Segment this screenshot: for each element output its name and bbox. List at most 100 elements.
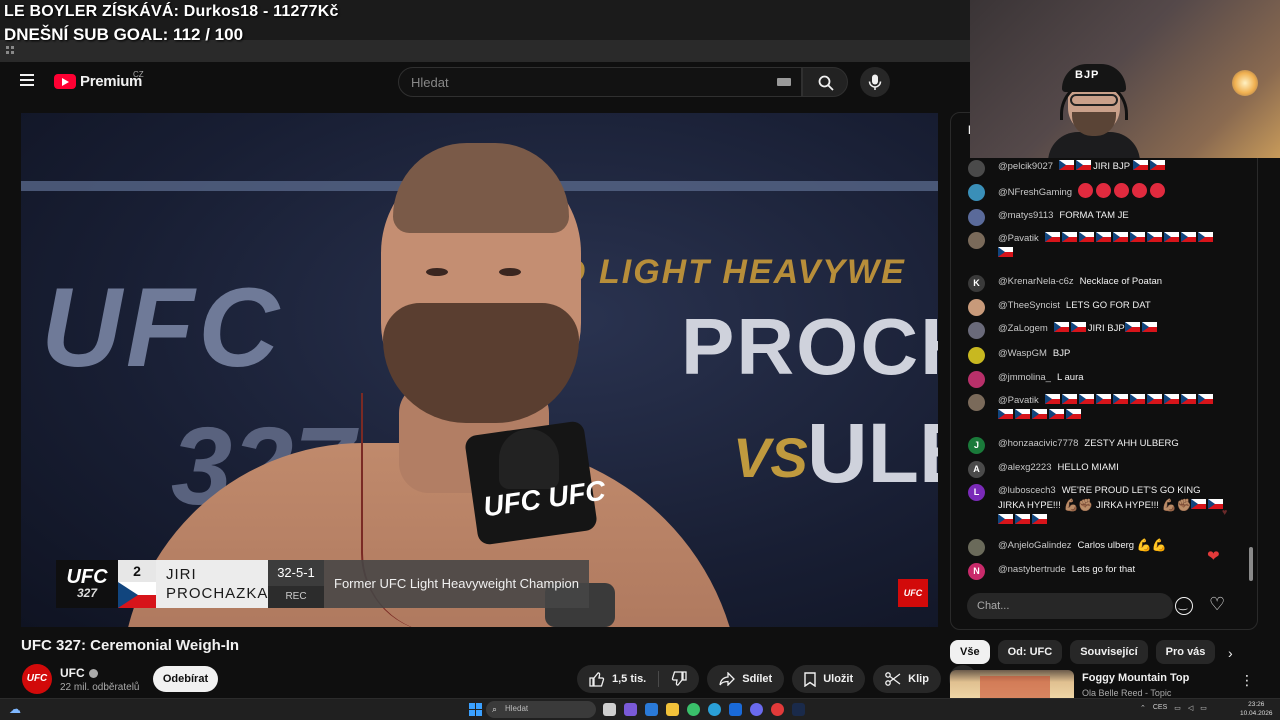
heart-reaction-icon[interactable]: ♡ [1209, 594, 1225, 615]
chat-text: JIRI BJP [1087, 323, 1125, 334]
recommendation-chips: Vše Od: UFC Související Pro vás No [950, 640, 1216, 664]
chat-message-body: @matys9113 FORMA TAM JE [998, 208, 1129, 226]
taskbar-clock[interactable]: 23:26 10.04.2026 [1240, 700, 1273, 718]
widgets-icon[interactable] [624, 703, 637, 716]
lamp-light [1232, 70, 1258, 96]
taskbar-search[interactable]: ⌕ Hledat [486, 701, 596, 718]
chip-for-you[interactable]: Pro vás [1155, 640, 1216, 664]
emoji-icon[interactable] [1175, 597, 1193, 615]
mechanical-arm-emoji-icon: 💪 [1136, 538, 1152, 552]
chat-avatar [968, 371, 985, 388]
channel-avatar[interactable]: UFC [22, 664, 52, 694]
chat-input[interactable]: Chat... [967, 593, 1173, 619]
weather-icon[interactable]: ☁ [9, 702, 21, 716]
chat-avatar: J [968, 437, 985, 454]
floating-heart-icon: ❤ [1207, 548, 1220, 565]
bookmark-icon [804, 671, 816, 687]
more-vertical-icon[interactable]: ⋮ [1240, 672, 1254, 689]
app-icon[interactable] [729, 703, 742, 716]
czech-flag-emoji-icon [998, 247, 1013, 257]
taskbar-apps [603, 703, 805, 716]
chat-text: Carlos ulberg [1077, 540, 1135, 551]
record-label: REC [268, 586, 324, 608]
search-input[interactable]: Hledat [398, 67, 802, 97]
subscribe-button[interactable]: Odebírat [153, 666, 218, 692]
floating-heart-icon: ♥ [1222, 507, 1228, 517]
volume-icon[interactable]: ◁ [1188, 704, 1193, 712]
czech-flag-emoji-icon [1044, 232, 1060, 242]
mail-icon[interactable] [645, 703, 658, 716]
chrome-icon[interactable] [687, 703, 700, 716]
hamburger-menu-icon[interactable] [20, 74, 34, 86]
czech-flag-emoji-icon [1053, 322, 1069, 332]
youtube-play-icon [54, 74, 76, 89]
czech-flag-emoji-icon [1163, 232, 1179, 242]
video-player[interactable]: UFC 327 D LIGHT HEAVYWE PROCH VS ULBE UF… [21, 113, 938, 627]
keyboard-icon[interactable] [777, 78, 791, 86]
chat-avatar [968, 539, 985, 556]
obs-icon[interactable] [771, 703, 784, 716]
czech-flag-emoji-icon [1197, 232, 1213, 242]
channel-name[interactable]: UFC [60, 666, 98, 680]
share-label: Sdílet [742, 673, 773, 685]
czech-flag-emoji-icon [998, 514, 1013, 524]
recommended-title[interactable]: Foggy Mountain Top [1082, 672, 1189, 684]
chevron-right-icon[interactable]: › [1228, 645, 1233, 661]
windows-taskbar: ☁ ⌕ Hledat ⌃ CES ▭ ◁ ▭ 23:26 10.04.2026 [0, 698, 1280, 720]
flexed-arm-emoji-icon: 💪 [1151, 538, 1167, 552]
chat-message-body: @alexg2223 HELLO MIAMI [998, 460, 1119, 478]
chat-username: @TheeSyncist [998, 300, 1060, 311]
language-indicator[interactable]: CES [1153, 704, 1167, 712]
youtube-header: Premium CZ Hledat [0, 62, 950, 102]
voice-search-button[interactable] [860, 67, 890, 97]
chat-scrollbar[interactable] [1249, 547, 1253, 581]
sub-goal-text: DNEŠNÍ SUB GOAL: 112 / 100 [4, 25, 244, 44]
cap-logo-text: BJP [1075, 69, 1100, 81]
file-explorer-icon[interactable] [666, 703, 679, 716]
chat-avatar [968, 160, 985, 177]
webcam-feed: BJP [970, 0, 1280, 158]
recommended-thumbnail[interactable] [950, 670, 1074, 700]
like-button[interactable]: 1,5 tis. [577, 665, 658, 693]
czech-flag-emoji-icon [1061, 394, 1077, 404]
czech-flag-emoji-icon [1078, 232, 1094, 242]
dislike-button[interactable] [659, 665, 699, 693]
chat-username: @alexg2223 [998, 462, 1052, 473]
network-icon[interactable]: ▭ [1174, 704, 1181, 712]
chip-from-ufc[interactable]: Od: UFC [997, 640, 1063, 664]
chat-message: N @nastybertrude Lets go for that [968, 562, 1238, 580]
chat-message: @ZaLogem JIRI BJP [968, 321, 1238, 339]
edge-icon[interactable] [708, 703, 721, 716]
fighter-first-name: JIRI [166, 566, 197, 583]
boxing-glove-emoji-icon [1132, 183, 1148, 198]
search-button[interactable] [802, 67, 848, 97]
chat-username: @luboscech3 [998, 485, 1056, 496]
chip-all[interactable]: Vše [950, 640, 990, 664]
flexed-arm-emoji-icon: 💪🏽 [1161, 498, 1177, 512]
recommended-video[interactable]: Foggy Mountain Top Ola Belle Reed - Topi… [950, 670, 1260, 700]
recommended-channel: Ola Belle Reed - Topic [1082, 688, 1172, 698]
subscriber-count: 22 mil. odběratelů [60, 682, 140, 693]
czech-flag-emoji-icon [1149, 160, 1165, 170]
video-title: UFC 327: Ceremonial Weigh-In [21, 637, 240, 654]
video-actions: 1,5 tis. Sdílet Uložit Klip ••• [577, 665, 977, 693]
tray-chevron-icon[interactable]: ⌃ [1140, 704, 1146, 712]
taskbar-search-placeholder: Hledat [505, 704, 529, 713]
chat-message-body: @NFreshGaming [998, 183, 1168, 201]
battery-icon[interactable]: ▭ [1200, 704, 1207, 712]
save-button[interactable]: Uložit [792, 665, 866, 693]
steam-icon[interactable] [792, 703, 805, 716]
chat-avatar: L [968, 484, 985, 501]
chip-related[interactable]: Související [1070, 640, 1148, 664]
chat-avatar [968, 184, 985, 201]
share-button[interactable]: Sdílet [707, 665, 785, 693]
save-label: Uložit [823, 673, 854, 685]
clip-button[interactable]: Klip [873, 665, 941, 693]
windows-start-icon[interactable] [469, 703, 482, 716]
task-view-icon[interactable] [603, 703, 616, 716]
chat-message: K @KrenarNela-c6z Necklace of Poatan [968, 274, 1238, 292]
czech-flag-emoji-icon [1163, 394, 1179, 404]
youtube-logo[interactable]: Premium [54, 73, 142, 90]
discord-icon[interactable] [750, 703, 763, 716]
chat-username: @jmmolina_ [998, 372, 1051, 383]
